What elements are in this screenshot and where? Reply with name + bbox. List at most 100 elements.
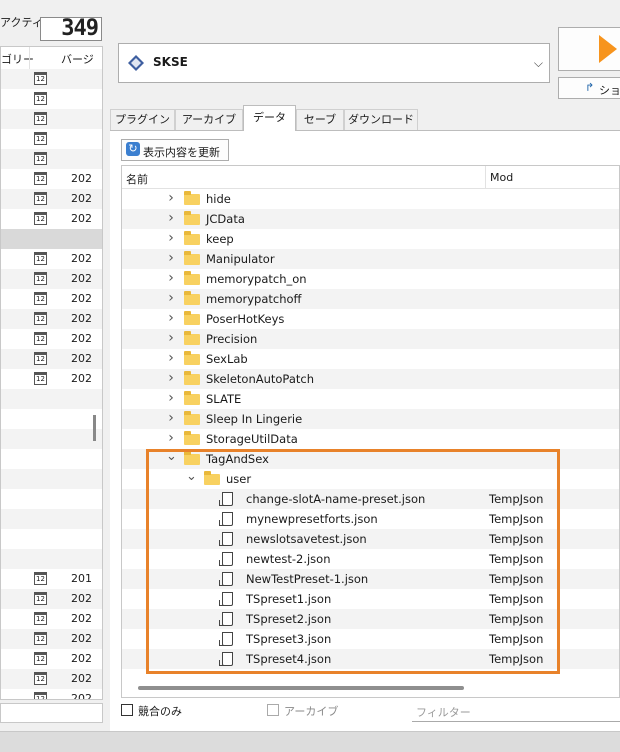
tree-folder-row[interactable]: › Precision <box>122 329 619 349</box>
mod-row[interactable]: 12 <box>1 69 102 89</box>
archives-checkbox[interactable] <box>267 704 279 716</box>
calendar-icon: 12 <box>34 192 47 205</box>
mod-row[interactable]: 12 202 <box>1 669 102 689</box>
mod-row[interactable] <box>1 409 102 429</box>
chevron-right-icon[interactable]: › <box>166 250 176 266</box>
mod-row[interactable]: 12 202 <box>1 309 102 329</box>
tab-data[interactable]: データ <box>243 105 296 131</box>
mod-row[interactable]: 12 <box>1 129 102 149</box>
tree-file-row[interactable]: TSpreset1.json TempJson <box>122 589 619 609</box>
tree-file-row[interactable]: NewTestPreset-1.json TempJson <box>122 569 619 589</box>
mod-row[interactable]: 12 202 <box>1 209 102 229</box>
mod-row[interactable] <box>1 389 102 409</box>
column-header-version[interactable]: バージ <box>61 51 94 67</box>
run-button[interactable] <box>558 27 620 71</box>
tree-folder-row[interactable]: › PoserHotKeys <box>122 309 619 329</box>
chevron-right-icon[interactable]: › <box>166 190 176 206</box>
shortcut-button[interactable]: ↱ ショー <box>558 77 620 99</box>
mod-row[interactable]: 12 <box>1 149 102 169</box>
mod-row[interactable]: 12 202 <box>1 589 102 609</box>
tree-file-row[interactable]: change-slotA-name-preset.json TempJson <box>122 489 619 509</box>
chevron-right-icon[interactable]: › <box>166 330 176 346</box>
mod-row[interactable]: 12 202 <box>1 289 102 309</box>
mod-row[interactable]: 12 202 <box>1 269 102 289</box>
mod-row[interactable] <box>1 509 102 529</box>
tree-horizontal-scrollbar[interactable] <box>138 686 464 690</box>
tree-folder-row[interactable]: › memorypatchoff <box>122 289 619 309</box>
tree-folder-row[interactable]: › memorypatch_on <box>122 269 619 289</box>
tree-file-row[interactable]: TSpreset2.json TempJson <box>122 609 619 629</box>
tree-file-row[interactable]: TSpreset3.json TempJson <box>122 629 619 649</box>
tree-folder-row[interactable]: › keep <box>122 229 619 249</box>
tab-archives[interactable]: アーカイブ <box>175 109 243 130</box>
mod-version: 202 <box>71 192 92 205</box>
chevron-right-icon[interactable]: › <box>166 370 176 386</box>
chevron-right-icon[interactable]: › <box>166 390 176 406</box>
mod-row[interactable]: 12 202 <box>1 609 102 629</box>
refresh-button[interactable]: ↻ 表示内容を更新 <box>121 139 229 161</box>
conflicts-only-checkbox[interactable] <box>121 704 133 716</box>
mod-row[interactable]: 12 202 <box>1 169 102 189</box>
tree-file-row[interactable]: mynewpresetforts.json TempJson <box>122 509 619 529</box>
mod-row[interactable] <box>1 489 102 509</box>
tree-folder-row[interactable]: › StorageUtilData <box>122 429 619 449</box>
shortcut-arrow-icon: ↱ <box>585 81 595 94</box>
column-divider <box>485 166 486 188</box>
mod-separator[interactable] <box>1 229 102 249</box>
mod-list-scrollbar[interactable] <box>93 415 96 441</box>
tree-folder-row[interactable]: › SLATE <box>122 389 619 409</box>
tree-folder-row[interactable]: › Sleep In Lingerie <box>122 409 619 429</box>
column-header-name[interactable]: 名前 <box>126 171 148 187</box>
mod-row[interactable]: 12 202 <box>1 189 102 209</box>
tree-file-row[interactable]: newslotsavetest.json TempJson <box>122 529 619 549</box>
mod-row[interactable]: 12 201 <box>1 569 102 589</box>
tree-file-row[interactable]: TSpreset4.json TempJson <box>122 649 619 669</box>
mod-row[interactable]: 12 202 <box>1 629 102 649</box>
executable-select[interactable]: SKSE ⌵ <box>118 43 550 83</box>
mod-row[interactable]: 12 <box>1 109 102 129</box>
chevron-right-icon[interactable]: › <box>166 430 176 446</box>
data-tree[interactable]: ^ 名前 Mod › hide › JCData › keep › Manipulator › m… <box>121 165 620 698</box>
chevron-right-icon[interactable]: › <box>166 270 176 286</box>
tree-folder-row[interactable]: › SexLab <box>122 349 619 369</box>
mod-row[interactable]: 12 202 <box>1 349 102 369</box>
chevron-down-icon[interactable]: ⌄ <box>166 449 177 464</box>
chevron-right-icon[interactable]: › <box>166 210 176 226</box>
tab-plugins[interactable]: プラグイン <box>110 109 175 130</box>
tree-folder-row[interactable]: › hide <box>122 189 619 209</box>
tab-saves[interactable]: セーブ <box>296 109 344 130</box>
mod-row[interactable]: 12 202 <box>1 649 102 669</box>
mod-row[interactable]: 12 202 <box>1 329 102 349</box>
mod-row[interactable]: 12 202 <box>1 369 102 389</box>
mod-row[interactable] <box>1 549 102 569</box>
column-header-mod[interactable]: Mod <box>490 171 513 184</box>
filter-input[interactable]: フィルター <box>412 700 620 722</box>
tree-item-name: TSpreset4.json <box>246 652 332 666</box>
mod-row[interactable] <box>1 529 102 549</box>
tree-folder-row[interactable]: › Manipulator <box>122 249 619 269</box>
mod-version: 202 <box>71 272 92 285</box>
tab-downloads[interactable]: ダウンロード <box>344 109 418 130</box>
tree-file-row[interactable]: newtest-2.json TempJson <box>122 549 619 569</box>
tree-folder-row[interactable]: ⌄ user <box>122 469 619 489</box>
file-icon <box>219 512 233 526</box>
chevron-right-icon[interactable]: › <box>166 350 176 366</box>
mod-list[interactable]: ゴリー バージ 12 12 12 12 12 12 202 12 202 12 202 12 202 12… <box>0 46 103 700</box>
tree-item-name: Sleep In Lingerie <box>206 412 303 426</box>
tree-item-mod: TempJson <box>489 572 544 586</box>
tree-folder-row[interactable]: › JCData <box>122 209 619 229</box>
tree-folder-row[interactable]: › SkeletonAutoPatch <box>122 369 619 389</box>
chevron-right-icon[interactable]: › <box>166 410 176 426</box>
chevron-right-icon[interactable]: › <box>166 310 176 326</box>
mod-row[interactable] <box>1 429 102 449</box>
tree-folder-row[interactable]: ⌄ TagAndSex <box>122 449 619 469</box>
mod-row[interactable] <box>1 469 102 489</box>
chevron-right-icon[interactable]: › <box>166 290 176 306</box>
mod-filter-input[interactable] <box>0 703 103 723</box>
mod-row[interactable]: 12 202 <box>1 689 102 699</box>
chevron-down-icon[interactable]: ⌄ <box>186 469 197 484</box>
mod-row[interactable] <box>1 449 102 469</box>
mod-row[interactable]: 12 202 <box>1 249 102 269</box>
mod-row[interactable]: 12 <box>1 89 102 109</box>
chevron-right-icon[interactable]: › <box>166 230 176 246</box>
